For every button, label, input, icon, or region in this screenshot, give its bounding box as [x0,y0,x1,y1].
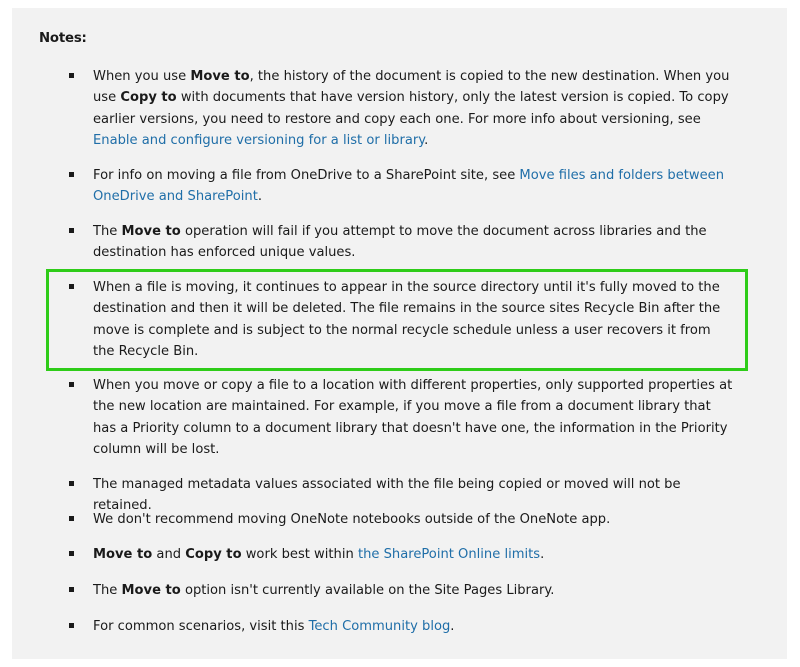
bold-text: Copy to [185,547,242,562]
notes-heading: Notes: [39,31,87,46]
list-item: For common scenarios, visit this Tech Co… [69,616,733,637]
list-item: When you move or copy a file to a locati… [69,375,733,461]
tech-community-link[interactable]: Tech Community blog [309,619,451,634]
list-item: We don't recommend moving OneNote notebo… [69,509,733,530]
notes-panel: Notes: When you use Move to, the history… [12,8,787,659]
list-item: For info on moving a file from OneDrive … [69,165,733,208]
list-item-highlighted: When a file is moving, it continues to a… [69,277,733,363]
list-item: Move to and Copy to work best within the… [69,544,733,565]
list-item: The Move to option isn't currently avail… [69,580,733,601]
list-item: When you use Move to, the history of the… [69,66,733,152]
bold-text: Move to [93,547,153,562]
versioning-link[interactable]: Enable and configure versioning for a li… [93,133,424,148]
sharepoint-limits-link[interactable]: the SharePoint Online limits [358,547,540,562]
list-item: The Move to operation will fail if you a… [69,221,733,264]
bold-text: Move to [121,583,181,598]
bold-text: Copy to [120,90,177,106]
bold-text: Move to [190,69,250,84]
bold-text: Move to [121,224,181,239]
